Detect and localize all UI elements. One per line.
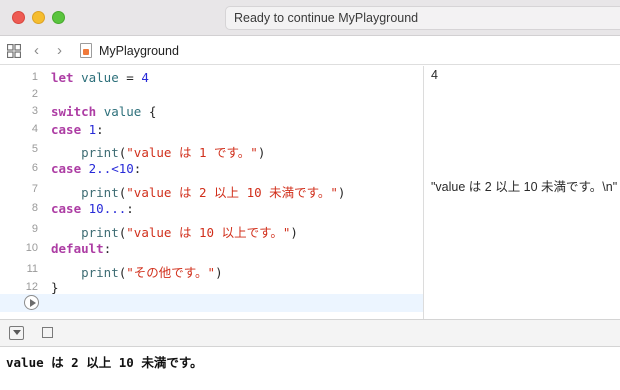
number-token: 4 — [141, 70, 149, 85]
string-token: "value は 10 以上です。" — [126, 225, 291, 240]
code-line: 3 switch value { — [0, 102, 423, 122]
playground-window: Ready to continue MyPlayground ‹ › MyPla… — [0, 0, 620, 390]
identifier-token: value — [103, 104, 142, 119]
zoom-window-button[interactable] — [52, 11, 65, 24]
keyword-token: case — [51, 161, 82, 176]
number-token: 10... — [88, 201, 127, 216]
file-name-breadcrumb[interactable]: MyPlayground — [99, 44, 179, 58]
line-number: 12 — [25, 281, 38, 293]
stop-icon[interactable] — [42, 327, 53, 338]
keyword-token: default — [51, 241, 104, 256]
keyword-token: switch — [51, 104, 97, 119]
code-line: 5 print("value は 1 です。") — [0, 140, 423, 160]
colon-token: : — [126, 201, 134, 216]
function-token: print — [81, 185, 119, 200]
grid-icon[interactable] — [7, 44, 21, 58]
line-number: 10 — [25, 242, 38, 254]
function-token: print — [81, 225, 119, 240]
line-number: 9 — [31, 223, 38, 235]
line-number: 3 — [31, 105, 38, 117]
status-text: Ready to continue MyPlayground — [234, 11, 419, 25]
string-token: "value は 2 以上 10 未満です。" — [126, 185, 338, 200]
code-line: 10 default: — [0, 239, 423, 259]
function-token: print — [81, 145, 119, 160]
line-number: 6 — [31, 162, 38, 174]
chevron-left-icon[interactable]: ‹ — [34, 42, 39, 59]
line-number: 2 — [31, 88, 38, 100]
minimize-window-button[interactable] — [32, 11, 45, 24]
colon-token: : — [103, 241, 112, 256]
keyword-token: let — [51, 70, 74, 85]
result-value[interactable]: "value は 2 以上 10 未満です。\n" — [431, 176, 617, 195]
chevron-right-icon[interactable]: › — [57, 42, 62, 59]
line-number: 1 — [31, 71, 38, 83]
result-value[interactable]: 4 — [431, 68, 438, 82]
line-number: 5 — [31, 143, 38, 155]
code-line: 8 case 10...: — [0, 199, 423, 219]
code-editor[interactable]: 1 let value = 4 2 3 switch value { 4 cas… — [0, 66, 423, 319]
line-number: 4 — [31, 123, 38, 135]
code-line: 11 print("その他です。") — [0, 260, 423, 280]
colon-token: : — [96, 122, 104, 137]
line-number: 8 — [31, 202, 38, 214]
number-token: 2..<10 — [88, 161, 134, 176]
activity-status-field: Ready to continue MyPlayground — [225, 6, 620, 30]
code-line: 4 case 1: — [0, 120, 423, 140]
code-line: 6 case 2..<10: — [0, 159, 423, 179]
brace-token: } — [51, 280, 59, 295]
hide-debug-area-icon[interactable] — [9, 326, 24, 340]
console-output: value は 2 以上 10 未満です。 — [6, 355, 203, 370]
swift-file-icon — [80, 43, 92, 58]
operator-token: = — [118, 70, 142, 85]
title-bar: Ready to continue MyPlayground — [0, 0, 620, 36]
code-line: 9 print("value は 10 以上です。") — [0, 220, 423, 240]
console-area[interactable]: value は 2 以上 10 未満です。 — [0, 348, 620, 390]
line-number: 11 — [26, 263, 38, 275]
line-number: 7 — [31, 183, 38, 195]
keyword-token: case — [51, 201, 82, 216]
jump-bar: ‹ › MyPlayground — [0, 37, 620, 65]
colon-token: : — [133, 161, 142, 176]
identifier-token: value — [81, 70, 119, 85]
string-token: "value は 1 です。" — [126, 145, 258, 160]
close-window-button[interactable] — [12, 11, 25, 24]
brace-token: { — [141, 104, 157, 119]
debug-toolbar — [0, 319, 620, 347]
code-line: 7 print("value は 2 以上 10 未満です。") — [0, 180, 423, 200]
code-line: 12 } — [0, 278, 423, 298]
results-sidebar: 4 "value は 2 以上 10 未満です。\n" — [423, 66, 620, 319]
keyword-token: case — [51, 122, 82, 137]
